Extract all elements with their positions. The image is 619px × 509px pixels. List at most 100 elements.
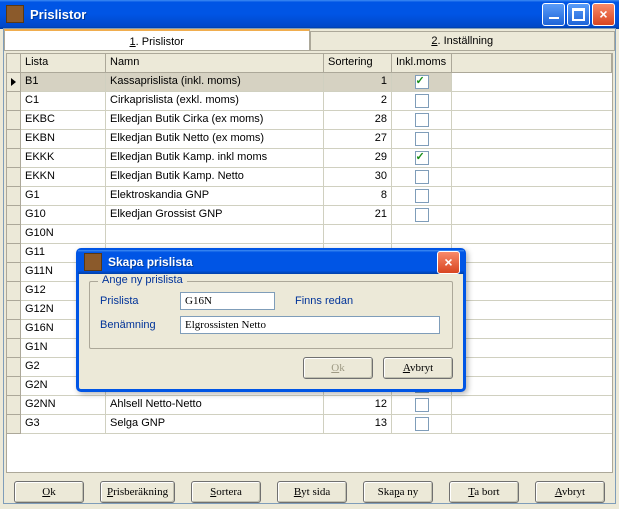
cell-sortering[interactable]: 13 — [324, 415, 392, 434]
row-indicator — [7, 263, 21, 282]
dialog-title: Skapa prislista — [108, 255, 437, 269]
cell-lista[interactable]: G10 — [21, 206, 106, 225]
dialog-close-button[interactable]: × — [437, 251, 460, 274]
cell-namn[interactable]: Cirkaprislista (exkl. moms) — [106, 92, 324, 111]
inklmoms-checkbox[interactable] — [415, 132, 429, 146]
cell-rest — [452, 111, 612, 130]
cell-inklmoms[interactable] — [392, 92, 452, 111]
cell-sortering[interactable]: 1 — [324, 73, 392, 92]
table-row[interactable]: G3Selga GNP13 — [7, 415, 612, 434]
cell-rest — [452, 415, 612, 434]
app-window: Prislistor × 1. Prislistor 2. Inställnin… — [0, 0, 619, 507]
cell-lista[interactable]: EKBN — [21, 130, 106, 149]
input-prislista[interactable] — [180, 292, 275, 310]
inklmoms-checkbox[interactable] — [415, 417, 429, 431]
table-row[interactable]: B1Kassaprislista (inkl. moms)1 — [7, 73, 612, 92]
tabort-button[interactable]: Ta bort — [449, 481, 519, 503]
table-row[interactable]: EKBNElkedjan Butik Netto (ex moms)27 — [7, 130, 612, 149]
cell-sortering[interactable] — [324, 225, 392, 244]
inklmoms-checkbox[interactable] — [415, 189, 429, 203]
minimize-button[interactable] — [542, 3, 565, 26]
table-row[interactable]: G2NNAhlsell Netto-Netto12 — [7, 396, 612, 415]
cell-lista[interactable]: EKKN — [21, 168, 106, 187]
dialog-group: Ange ny prislista Prislista Finns redan … — [89, 281, 453, 349]
cell-lista[interactable]: G2NN — [21, 396, 106, 415]
cell-rest — [452, 244, 612, 263]
grid-header-inklmoms[interactable]: Inkl.moms — [392, 54, 452, 72]
cell-namn[interactable]: Elkedjan Butik Kamp. inkl moms — [106, 149, 324, 168]
cell-sortering[interactable]: 8 — [324, 187, 392, 206]
cell-namn[interactable] — [106, 225, 324, 244]
prisberakning-button[interactable]: Prisberäkning — [100, 481, 175, 503]
table-row[interactable]: G10Elkedjan Grossist GNP21 — [7, 206, 612, 225]
window-title: Prislistor — [30, 7, 542, 22]
cell-rest — [452, 301, 612, 320]
bytsida-button[interactable]: Byt sida — [277, 481, 347, 503]
dialog-group-title: Ange ny prislista — [98, 274, 187, 286]
input-benamning[interactable] — [180, 316, 440, 334]
cell-lista[interactable]: G1 — [21, 187, 106, 206]
table-row[interactable]: C1Cirkaprislista (exkl. moms)2 — [7, 92, 612, 111]
cell-namn[interactable]: Elkedjan Grossist GNP — [106, 206, 324, 225]
dialog-avbryt-button[interactable]: Avbryt — [383, 357, 453, 379]
cell-namn[interactable]: Ahlsell Netto-Netto — [106, 396, 324, 415]
cell-inklmoms[interactable] — [392, 149, 452, 168]
table-row[interactable]: EKBCElkedjan Butik Cirka (ex moms)28 — [7, 111, 612, 130]
cell-sortering[interactable]: 21 — [324, 206, 392, 225]
cell-lista[interactable]: G3 — [21, 415, 106, 434]
cell-inklmoms[interactable] — [392, 415, 452, 434]
cell-lista[interactable]: EKBC — [21, 111, 106, 130]
grid-header-namn[interactable]: Namn — [106, 54, 324, 72]
cell-sortering[interactable]: 28 — [324, 111, 392, 130]
cell-inklmoms[interactable] — [392, 168, 452, 187]
cell-inklmoms[interactable] — [392, 206, 452, 225]
inklmoms-checkbox[interactable] — [415, 75, 429, 89]
cell-namn[interactable]: Elkedjan Butik Netto (ex moms) — [106, 130, 324, 149]
cell-inklmoms[interactable] — [392, 111, 452, 130]
cell-lista[interactable]: EKKK — [21, 149, 106, 168]
table-row[interactable]: EKKKElkedjan Butik Kamp. inkl moms29 — [7, 149, 612, 168]
grid-header-sortering[interactable]: Sortering — [324, 54, 392, 72]
cell-inklmoms[interactable] — [392, 187, 452, 206]
skapany-button[interactable]: Skapa ny — [363, 481, 433, 503]
grid-header-lista[interactable]: Lista — [21, 54, 106, 72]
cell-namn[interactable]: Elkedjan Butik Kamp. Netto — [106, 168, 324, 187]
cell-rest — [452, 206, 612, 225]
cell-sortering[interactable]: 29 — [324, 149, 392, 168]
cell-namn[interactable]: Kassaprislista (inkl. moms) — [106, 73, 324, 92]
inklmoms-checkbox[interactable] — [415, 151, 429, 165]
cell-sortering[interactable]: 30 — [324, 168, 392, 187]
inklmoms-checkbox[interactable] — [415, 94, 429, 108]
cell-lista[interactable]: C1 — [21, 92, 106, 111]
cell-sortering[interactable]: 2 — [324, 92, 392, 111]
cell-namn[interactable]: Selga GNP — [106, 415, 324, 434]
avbryt-button[interactable]: Avbryt — [535, 481, 605, 503]
inklmoms-checkbox[interactable] — [415, 170, 429, 184]
cell-inklmoms[interactable] — [392, 225, 452, 244]
cell-rest — [452, 358, 612, 377]
cell-lista[interactable]: G10N — [21, 225, 106, 244]
row-indicator — [7, 282, 21, 301]
table-row[interactable]: G1Elektroskandia GNP8 — [7, 187, 612, 206]
cell-sortering[interactable]: 27 — [324, 130, 392, 149]
ok-button[interactable]: Ok — [14, 481, 84, 503]
cell-inklmoms[interactable] — [392, 130, 452, 149]
row-indicator — [7, 111, 21, 130]
inklmoms-checkbox[interactable] — [415, 398, 429, 412]
inklmoms-checkbox[interactable] — [415, 208, 429, 222]
tab-installning[interactable]: 2. Inställning — [310, 31, 616, 50]
cell-inklmoms[interactable] — [392, 396, 452, 415]
close-button[interactable]: × — [592, 3, 615, 26]
cell-lista[interactable]: B1 — [21, 73, 106, 92]
cell-rest — [452, 149, 612, 168]
cell-namn[interactable]: Elektroskandia GNP — [106, 187, 324, 206]
tab-prislistor[interactable]: 1. Prislistor — [4, 29, 310, 50]
cell-inklmoms[interactable] — [392, 73, 452, 92]
cell-sortering[interactable]: 12 — [324, 396, 392, 415]
table-row[interactable]: EKKNElkedjan Butik Kamp. Netto30 — [7, 168, 612, 187]
sortera-button[interactable]: Sortera — [191, 481, 261, 503]
table-row[interactable]: G10N — [7, 225, 612, 244]
cell-namn[interactable]: Elkedjan Butik Cirka (ex moms) — [106, 111, 324, 130]
maximize-button[interactable] — [567, 3, 590, 26]
inklmoms-checkbox[interactable] — [415, 113, 429, 127]
